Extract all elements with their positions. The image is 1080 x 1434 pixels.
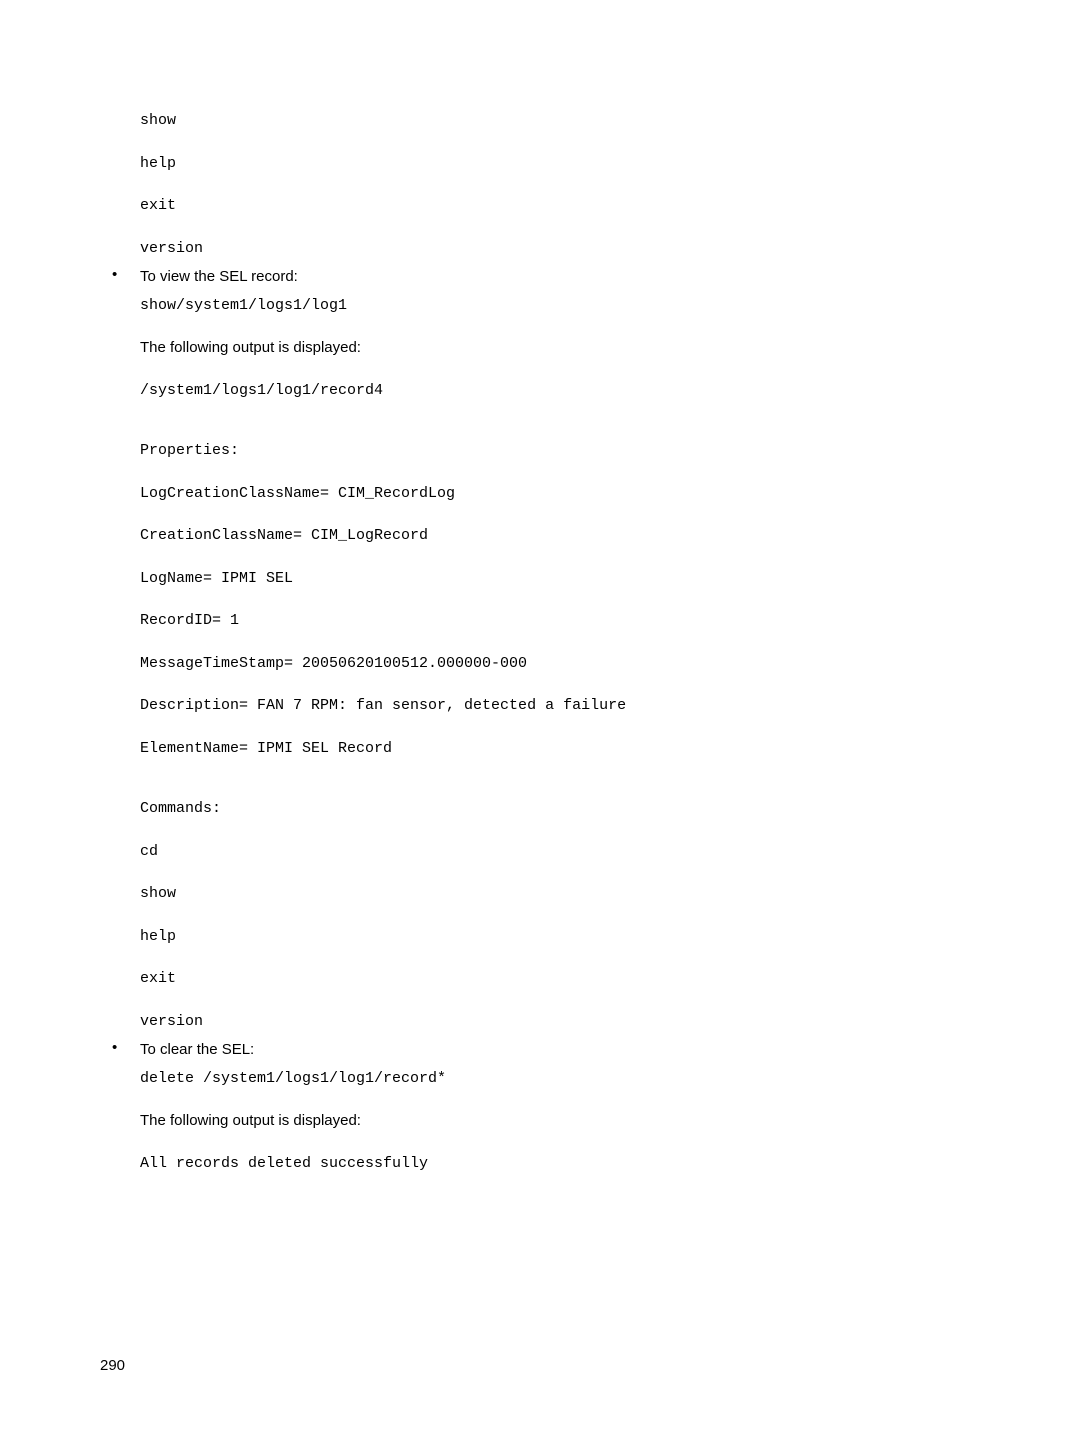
property-recordid: RecordID= 1 xyxy=(140,610,980,633)
property-messagetimestamp: MessageTimeStamp= 20050620100512.000000-… xyxy=(140,653,980,676)
command-help-2: help xyxy=(140,926,980,949)
bullet-item-view-sel: • To view the SEL record: xyxy=(100,266,980,289)
output-label: The following output is displayed: xyxy=(140,337,980,360)
page-number: 290 xyxy=(100,1357,125,1374)
output-result: All records deleted successfully xyxy=(140,1153,980,1176)
command-version: version xyxy=(140,238,980,261)
commands-label: Commands: xyxy=(140,798,980,821)
command-show-log: show/system1/logs1/log1 xyxy=(140,295,980,318)
bullet-icon: • xyxy=(100,266,140,283)
command-exit: exit xyxy=(140,195,980,218)
command-show: show xyxy=(140,110,980,133)
bullet-icon: • xyxy=(100,1039,140,1056)
command-show-2: show xyxy=(140,883,980,906)
property-description: Description= FAN 7 RPM: fan sensor, dete… xyxy=(140,695,980,718)
document-page: show help exit version • To view the SEL… xyxy=(0,0,1080,1175)
property-creationclassname: CreationClassName= CIM_LogRecord xyxy=(140,525,980,548)
command-cd: cd xyxy=(140,841,980,864)
properties-label: Properties: xyxy=(140,440,980,463)
bullet-item-clear-sel: • To clear the SEL: xyxy=(100,1039,980,1062)
bullet-text-clear-sel: To clear the SEL: xyxy=(140,1039,254,1062)
output-path: /system1/logs1/log1/record4 xyxy=(140,380,980,403)
bullet-text-view-sel: To view the SEL record: xyxy=(140,266,298,289)
command-delete: delete /system1/logs1/log1/record* xyxy=(140,1068,980,1091)
command-help: help xyxy=(140,153,980,176)
property-logname: LogName= IPMI SEL xyxy=(140,568,980,591)
output-label-2: The following output is displayed: xyxy=(140,1110,980,1133)
command-exit-2: exit xyxy=(140,968,980,991)
command-version-2: version xyxy=(140,1011,980,1034)
property-logcreationclassname: LogCreationClassName= CIM_RecordLog xyxy=(140,483,980,506)
property-elementname: ElementName= IPMI SEL Record xyxy=(140,738,980,761)
